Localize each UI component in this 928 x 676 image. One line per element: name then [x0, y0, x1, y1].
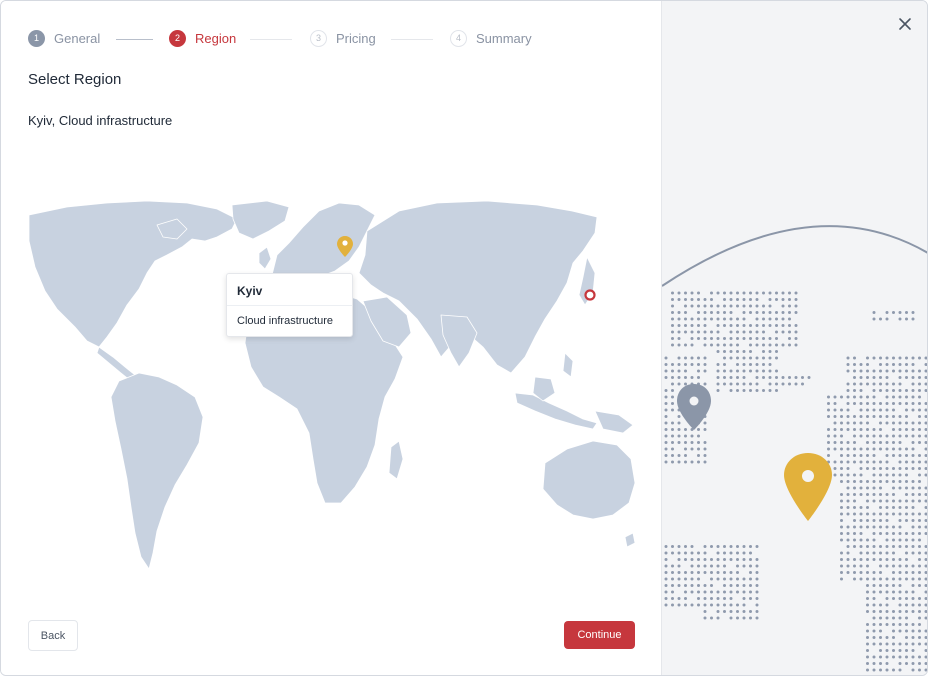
greenland-land — [231, 200, 290, 240]
map-tooltip: Kyiv Cloud infrastructure — [226, 273, 353, 337]
indonesia-land — [514, 392, 598, 430]
stepper: 1 General 2 Region 3 Pricing 4 Summary — [28, 29, 548, 49]
new-guinea-land — [594, 410, 634, 434]
australia-land — [542, 440, 636, 520]
north-america-land — [28, 200, 238, 348]
step-general[interactable]: 1 General — [28, 29, 100, 47]
globe-illustration — [662, 225, 927, 672]
step-label: General — [54, 30, 101, 46]
map-pin-icon — [784, 453, 832, 521]
main-panel: 1 General 2 Region 3 Pricing 4 Summary S… — [1, 1, 661, 675]
selected-region-text: Kyiv, Cloud infrastructure — [28, 113, 173, 128]
step-number: 2 — [169, 29, 186, 47]
new-zealand-land — [624, 532, 636, 548]
step-label: Pricing — [336, 30, 376, 46]
step-label: Region — [195, 30, 237, 46]
step-number: 3 — [310, 29, 327, 47]
uk-land — [258, 246, 272, 270]
south-america-land — [110, 372, 204, 570]
step-connector — [116, 39, 153, 40]
continue-button[interactable]: Continue — [564, 621, 635, 649]
tooltip-description: Cloud infrastructure — [237, 315, 333, 327]
step-number: 4 — [450, 29, 467, 47]
step-connector — [391, 39, 433, 40]
step-number: 1 — [28, 29, 45, 47]
central-america-land — [96, 346, 136, 382]
step-label: Summary — [476, 30, 532, 46]
step-summary[interactable]: 4 Summary — [450, 29, 532, 47]
region-dialog: 1 General 2 Region 3 Pricing 4 Summary S… — [0, 0, 928, 676]
step-pricing[interactable]: 3 Pricing — [310, 29, 376, 47]
tooltip-divider — [227, 305, 352, 306]
illustration-panel — [661, 1, 927, 675]
tooltip-city: Kyiv — [237, 284, 263, 298]
step-region[interactable]: 2 Region — [169, 29, 236, 47]
world-map[interactable] — [27, 197, 637, 575]
philippines-land — [562, 352, 574, 378]
page-title: Select Region — [28, 71, 122, 88]
step-connector — [250, 39, 292, 40]
back-button[interactable]: Back — [28, 620, 78, 651]
tokyo-marker — [584, 289, 596, 301]
madagascar-land — [388, 440, 404, 480]
